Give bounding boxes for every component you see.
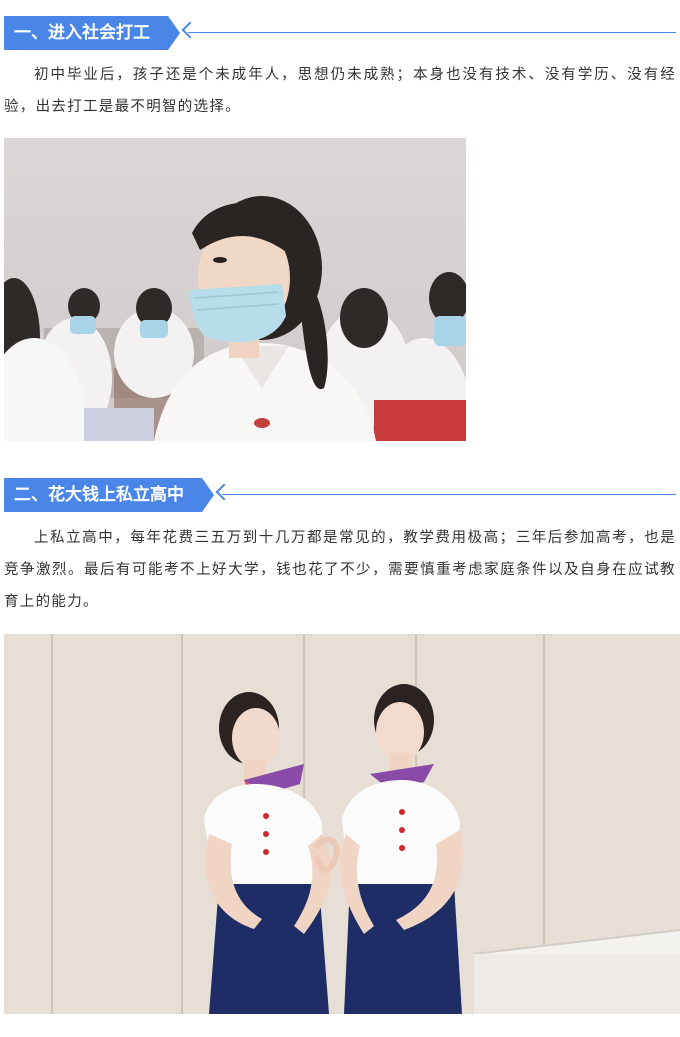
section-heading-label: 二、花大钱上私立高中 — [4, 478, 214, 512]
chevron-left-icon — [215, 483, 233, 501]
chevron-left-icon — [181, 21, 199, 39]
section-paragraph-2: 上私立高中，每年花费三五万到十几万都是常见的，教学费用极高；三年后参加高考，也是… — [4, 530, 676, 610]
classroom-students-photo — [4, 138, 466, 441]
divider-line — [222, 494, 676, 495]
section-heading-label: 一、进入社会打工 — [4, 16, 180, 50]
two-uniformed-students-photo — [4, 634, 680, 1014]
section-heading-1: 一、进入社会打工 — [4, 16, 676, 50]
section-paragraph-1: 初中毕业后，孩子还是个未成年人，思想仍未成熟；本身也没有技术、没有学历、没有经验… — [4, 67, 676, 115]
section-heading-2: 二、花大钱上私立高中 — [4, 478, 676, 512]
divider-line — [188, 32, 676, 33]
